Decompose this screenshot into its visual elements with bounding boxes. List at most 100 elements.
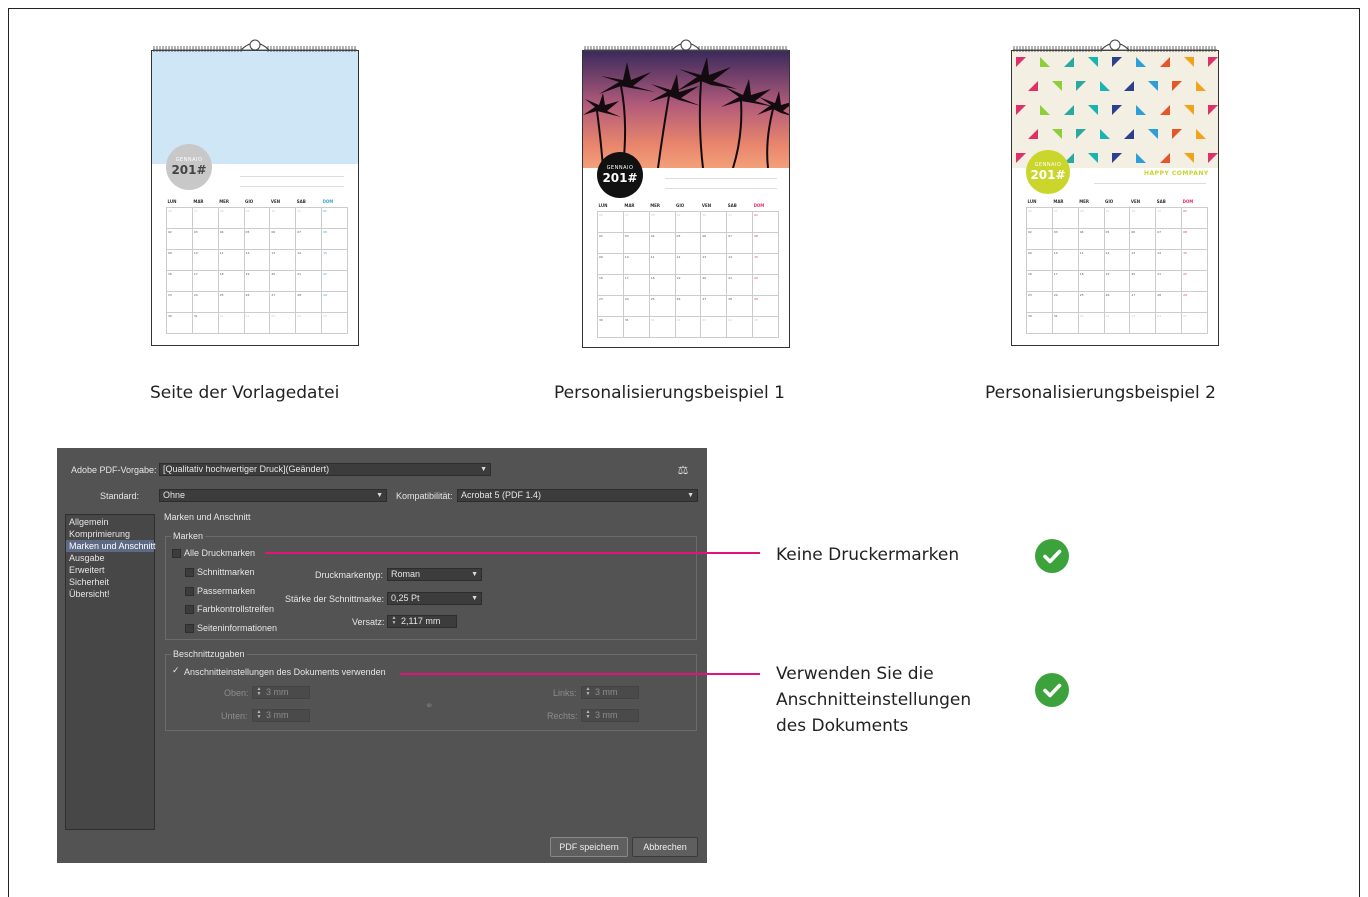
calendar-day: 29	[321, 290, 348, 313]
reg-marks-checkbox[interactable]	[185, 587, 194, 596]
preset-select[interactable]: [Qualitativ hochwertiger Druck](Geändert…	[159, 463, 491, 476]
calendar-day: 28	[295, 290, 323, 313]
calendar-day: 22	[321, 269, 348, 292]
sidebar-item[interactable]: Allgemein	[66, 516, 154, 528]
calendar-day: 07	[726, 231, 754, 254]
calendar-day: 24	[1051, 290, 1079, 313]
link-chain-icon[interactable]: ⚭	[425, 701, 433, 712]
calendar-day: 13	[700, 252, 728, 275]
calendar-week-row: 30 31 01 02 03 04 05	[166, 311, 348, 334]
save-preset-icon[interactable]: ⚖	[676, 463, 690, 477]
caption-example-2: Personalisierungsbeispiel 2	[985, 383, 1216, 403]
sidebar-item[interactable]: Ausgabe	[66, 552, 154, 564]
calendar-day: 05	[1181, 311, 1208, 334]
calendar-day: 19	[1103, 269, 1131, 292]
calendar-day: 01	[648, 315, 676, 338]
right-value: 3 mm	[595, 710, 618, 720]
sidebar-item[interactable]: Sicherheit	[66, 576, 154, 588]
calendar-day: 15	[752, 252, 779, 275]
offset-input[interactable]: ▲ ▼ 2,117 mm	[387, 615, 457, 628]
weekday-label: DOM	[1182, 199, 1194, 205]
save-pdf-button[interactable]: PDF speichern	[550, 837, 628, 857]
calendar-day: 04	[648, 231, 676, 254]
calendar-day: 06	[269, 227, 297, 250]
calendar-day: 09	[597, 252, 624, 275]
standard-value: Ohne	[163, 490, 186, 500]
calendar-day: 15	[321, 248, 348, 271]
calendar-week-row: 09 10 11 12 13 14 15	[1026, 248, 1208, 271]
calendar-day: 30	[166, 311, 193, 334]
calendar-day: 01	[217, 311, 245, 334]
right-input[interactable]: ▲ ▼ 3 mm	[581, 709, 639, 722]
calendar-month-badge: GENNAIO 201#	[597, 152, 643, 198]
weight-select[interactable]: 0,25 Pt ▼	[387, 592, 482, 605]
calendar-day: 31	[1155, 206, 1183, 229]
calendar-week-row: 30 31 01 02 03 04 05	[1026, 311, 1208, 334]
crop-marks-checkbox[interactable]	[185, 568, 194, 577]
standard-select[interactable]: Ohne ▼	[159, 489, 387, 502]
top-label: Oben:	[224, 688, 249, 698]
use-doc-bleed-label: Anschnitteinstellungen des Dokuments ver…	[184, 667, 386, 677]
bottom-input[interactable]: ▲ ▼ 3 mm	[252, 709, 310, 722]
calendar-day: 03	[191, 227, 219, 250]
weekday-label: SAB	[1156, 199, 1166, 205]
calendar-day: 04	[217, 227, 245, 250]
calendar-day: 14	[726, 252, 754, 275]
compat-label: Kompatibilität:	[396, 491, 453, 501]
compat-select[interactable]: Acrobat 5 (PDF 1.4) ▼	[457, 489, 698, 502]
stepper-icon: ▲ ▼	[585, 686, 591, 697]
color-bars-label: Farbkontrollstreifen	[197, 604, 275, 614]
use-doc-bleed-checkbox[interactable]	[172, 665, 181, 677]
calendar-week-row: 02 03 04 05 06 07 08	[1026, 227, 1208, 250]
calendar-day: 29	[674, 210, 702, 233]
sidebar-item[interactable]: Erweitert	[66, 564, 154, 576]
calendar-day: 05	[243, 227, 271, 250]
calendar-day: 18	[1077, 269, 1105, 292]
sidebar-item[interactable]: Übersicht!	[66, 588, 154, 600]
calendar-day: 27	[269, 290, 297, 313]
calendar-day: 16	[166, 269, 193, 292]
mark-type-label: Druckmarkentyp:	[315, 570, 384, 580]
caption-template: Seite der Vorlagedatei	[150, 383, 340, 403]
calendar-day: 13	[269, 248, 297, 271]
calendar-day: 02	[597, 231, 624, 254]
calendar-day: 23	[166, 290, 193, 313]
annotation-use-bleed-line2: Anschnitteinstellungen	[776, 690, 972, 710]
calendar-day: 16	[597, 273, 624, 296]
stepper-icon: ▲ ▼	[256, 709, 262, 720]
cancel-button[interactable]: Abbrechen	[632, 837, 698, 857]
color-bars-checkbox[interactable]	[185, 605, 194, 614]
calendar-day: 27	[1051, 206, 1079, 229]
sidebar-item[interactable]: Marken und Anschnitt	[66, 540, 156, 552]
mark-type-select[interactable]: Roman ▼	[387, 568, 482, 581]
top-input[interactable]: ▲ ▼ 3 mm	[252, 686, 310, 699]
check-circle-icon	[1035, 673, 1069, 707]
calendar-day: 01	[321, 206, 348, 229]
offset-label: Versatz:	[352, 617, 385, 627]
calendar-day: 21	[295, 269, 323, 292]
stepper-icon[interactable]: ▲ ▼	[389, 616, 399, 627]
all-marks-checkbox[interactable]	[172, 549, 181, 558]
left-input[interactable]: ▲ ▼ 3 mm	[581, 686, 639, 699]
calendar-day: 27	[700, 294, 728, 317]
calendar-week-row: 16 17 18 19 20 21 22	[597, 273, 779, 296]
calendar-day: 04	[1155, 311, 1183, 334]
weekday-label: MER	[219, 199, 229, 205]
calendar-day: 01	[1077, 311, 1105, 334]
reg-marks-label: Passermarken	[197, 586, 256, 596]
calendar-day: 28	[726, 294, 754, 317]
section-title: Marken und Anschnitt	[164, 512, 251, 522]
calendar-grid: LUN MAR MER GIO VEN SAB DOM 26 27 28 29 30 31 01 02 03…	[166, 199, 348, 334]
weekday-label: DOM	[753, 203, 765, 209]
sidebar-item[interactable]: Komprimierung	[66, 528, 154, 540]
calendar-grid: LUN MAR MER GIO VEN SAB DOM 26 27 28 29 30 31 01 02 03…	[597, 203, 779, 338]
weekday-label: MAR	[624, 203, 635, 209]
page-info-checkbox[interactable]	[185, 624, 194, 633]
calendar-day: 05	[1103, 227, 1131, 250]
calendar-day: 24	[191, 290, 219, 313]
weekday-label: MAR	[193, 199, 204, 205]
stepper-icon: ▲ ▼	[585, 709, 591, 720]
calendar-day: 30	[1026, 311, 1053, 334]
calendar-day: 10	[1051, 248, 1079, 271]
calendar-hanger	[1013, 39, 1217, 52]
